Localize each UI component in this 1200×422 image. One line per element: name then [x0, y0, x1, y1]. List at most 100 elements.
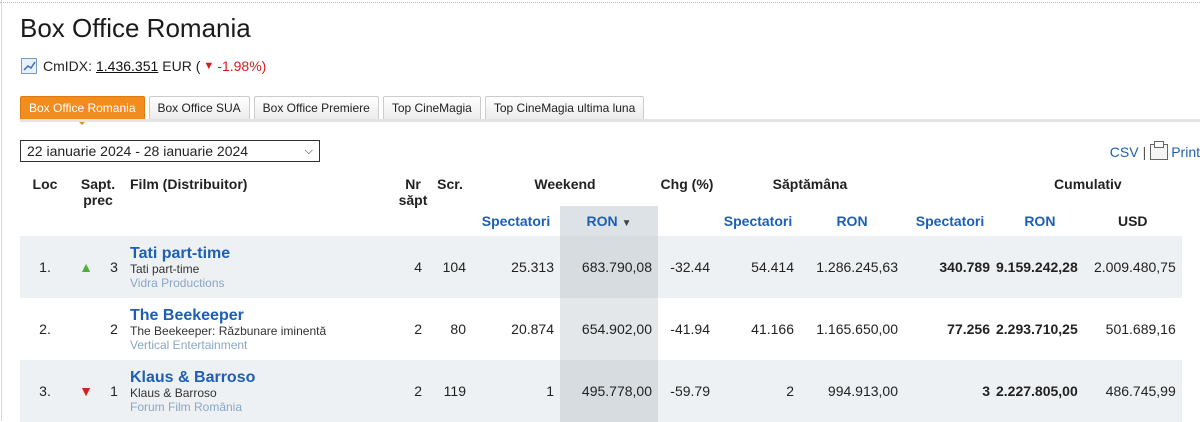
weekend-spectatori: 20.874	[511, 321, 554, 337]
film-cell: Klaus & Barroso Klaus & Barroso Forum Fi…	[126, 360, 398, 422]
tab-box-office-premiere[interactable]: Box Office Premiere	[253, 96, 379, 119]
chevron-down-icon: ⌵	[304, 145, 313, 157]
table-row: 2. 2 The Beekeeper The Beekeeper: Răzbun…	[20, 298, 1182, 360]
film-cell: The Beekeeper The Beekeeper: Răzbunare i…	[126, 298, 398, 360]
cumulative-usd: 501.689,16	[1105, 321, 1176, 337]
col-weekend-ron[interactable]: RON ▼	[560, 206, 658, 236]
down-arrow-icon: ▼	[79, 383, 93, 399]
col-chg[interactable]: Chg (%)	[658, 176, 716, 236]
col-weekend-spectatori[interactable]: Spectatori	[472, 206, 560, 236]
cumulative-spectatori: 3	[904, 360, 996, 422]
week-select[interactable]: 22 ianuarie 2024 - 28 ianuarie 2024 ⌵	[20, 140, 320, 162]
week-ron: 1.165.650,00	[816, 321, 898, 337]
rank: 2.	[39, 321, 51, 337]
cumulative-ron: 9.159.242,28	[996, 236, 1084, 298]
page-title: Box Office Romania	[20, 13, 251, 43]
table-row: 1. ▲ 3 Tati part-time Tati part-time Vid…	[20, 236, 1182, 298]
film-title-link[interactable]: Tati part-time	[130, 245, 398, 262]
cmidx-line: CmIDX: 1.436.351 EUR ( ▼ -1.98%)	[21, 58, 266, 74]
screens: 119	[428, 360, 472, 422]
tab-box-office-romania[interactable]: Box Office Romania	[20, 96, 145, 125]
film-title-link[interactable]: The Beekeeper	[130, 307, 398, 324]
cmidx-change: -1.98%)	[217, 58, 267, 74]
week-spectatori: 54.414	[716, 236, 800, 298]
cumulative-usd: 2.009.480,75	[1083, 236, 1182, 298]
print-link[interactable]: Print	[1171, 144, 1200, 160]
tab-top-cinemagia[interactable]: Top CineMagia	[382, 96, 481, 119]
col-film[interactable]: Film (Distribuitor)	[126, 176, 398, 236]
film-original-title: The Beekeeper: Răzbunare iminentă	[130, 323, 327, 338]
col-loc: Loc	[32, 176, 58, 192]
tab-top-cinemagia-ultima-luna[interactable]: Top CineMagia ultima luna	[484, 96, 645, 119]
chart-icon[interactable]	[21, 58, 37, 74]
table-row: 3. ▼ 1 Klaus & Barroso Klaus & Barroso F…	[20, 360, 1182, 422]
col-nr-sapt[interactable]: Nr săpt	[398, 176, 428, 236]
film-original-title: Tati part-time	[130, 261, 200, 276]
rank: 3.	[20, 360, 70, 422]
cmidx-currency: EUR (	[162, 58, 201, 74]
cumulative-usd: 486.745,99	[1083, 360, 1182, 422]
cumulative-spectatori: 77.256	[947, 321, 990, 337]
col-cumulativ-ron[interactable]: RON	[996, 206, 1084, 236]
week-ron: 994.913,00	[800, 360, 904, 422]
cumulative-spectatori: 340.789	[904, 236, 996, 298]
up-arrow-icon: ▲	[79, 259, 93, 275]
export-links: CSV | Print	[1110, 141, 1200, 160]
week-spectatori: 2	[716, 360, 800, 422]
change-percent: -41.94	[670, 321, 710, 337]
rank: 1.	[20, 236, 70, 298]
cmidx-value[interactable]: 1.436.351	[96, 58, 158, 74]
tab-underline	[20, 119, 1200, 122]
export-separator: |	[1142, 144, 1147, 160]
weekend-ron: 654.902,00	[560, 298, 658, 360]
cmidx-label: CmIDX:	[43, 58, 92, 74]
col-cumulativ-spectatori[interactable]: Spectatori	[904, 206, 996, 236]
down-trend-icon: ▼	[203, 60, 215, 72]
csv-link[interactable]: CSV	[1110, 144, 1139, 160]
col-weekend: Weekend	[534, 176, 596, 192]
col-cumulativ: Cumulativ	[1054, 176, 1122, 192]
distributor-link[interactable]: Vidra Productions	[130, 276, 398, 290]
col-saptamana-ron[interactable]: RON	[800, 206, 904, 236]
trend-cell: ▲	[70, 236, 102, 298]
weeks: 2	[398, 360, 428, 422]
week-spectatori: 41.166	[751, 321, 794, 337]
box-office-table: Loc Sapt. prec Film (Distribuitor) Nr să…	[20, 176, 1182, 422]
tab-box-office-sua[interactable]: Box Office SUA	[148, 96, 250, 119]
change-percent: -32.44	[658, 236, 716, 298]
col-saptamana: Săptămâna	[772, 176, 848, 192]
film-title-link[interactable]: Klaus & Barroso	[130, 369, 398, 386]
week-select-value: 22 ianuarie 2024 - 28 ianuarie 2024	[27, 143, 249, 159]
weekend-spectatori: 25.313	[472, 236, 560, 298]
distributor-link[interactable]: Vertical Entertainment	[130, 338, 398, 352]
trend-cell: ▼	[70, 360, 102, 422]
weekend-ron: 495.778,00	[560, 360, 658, 422]
week-ron: 1.286.245,63	[800, 236, 904, 298]
prev-rank: 2	[110, 321, 118, 337]
weeks: 2	[414, 321, 422, 337]
trend-cell	[70, 298, 102, 360]
col-cumulativ-usd: USD	[1117, 213, 1148, 229]
col-screens[interactable]: Scr.	[428, 176, 472, 236]
screens: 80	[450, 321, 466, 337]
tab-bar: Box Office Romania Box Office SUA Box Of…	[20, 96, 648, 125]
cumulative-ron: 2.227.805,00	[996, 360, 1084, 422]
top-dotted-rule	[0, 2, 1200, 3]
weeks: 4	[398, 236, 428, 298]
weekend-spectatori: 1	[472, 360, 560, 422]
prev-rank: 1	[102, 360, 126, 422]
col-sapt-prec: Sapt. prec	[80, 176, 116, 208]
weekend-ron: 683.790,08	[560, 236, 658, 298]
col-saptamana-spectatori[interactable]: Spectatori	[716, 206, 800, 236]
film-original-title: Klaus & Barroso	[130, 385, 217, 400]
sort-desc-icon: ▼	[621, 218, 632, 229]
change-percent: -59.79	[658, 360, 716, 422]
cumulative-ron: 2.293.710,25	[996, 321, 1078, 337]
printer-icon[interactable]	[1150, 141, 1169, 160]
col-weekend-ron-label: RON	[586, 213, 618, 229]
film-cell: Tati part-time Tati part-time Vidra Prod…	[126, 236, 398, 298]
left-border	[1, 0, 2, 421]
prev-rank: 3	[102, 236, 126, 298]
screens: 104	[428, 236, 472, 298]
distributor-link[interactable]: Forum Film România	[130, 400, 398, 414]
